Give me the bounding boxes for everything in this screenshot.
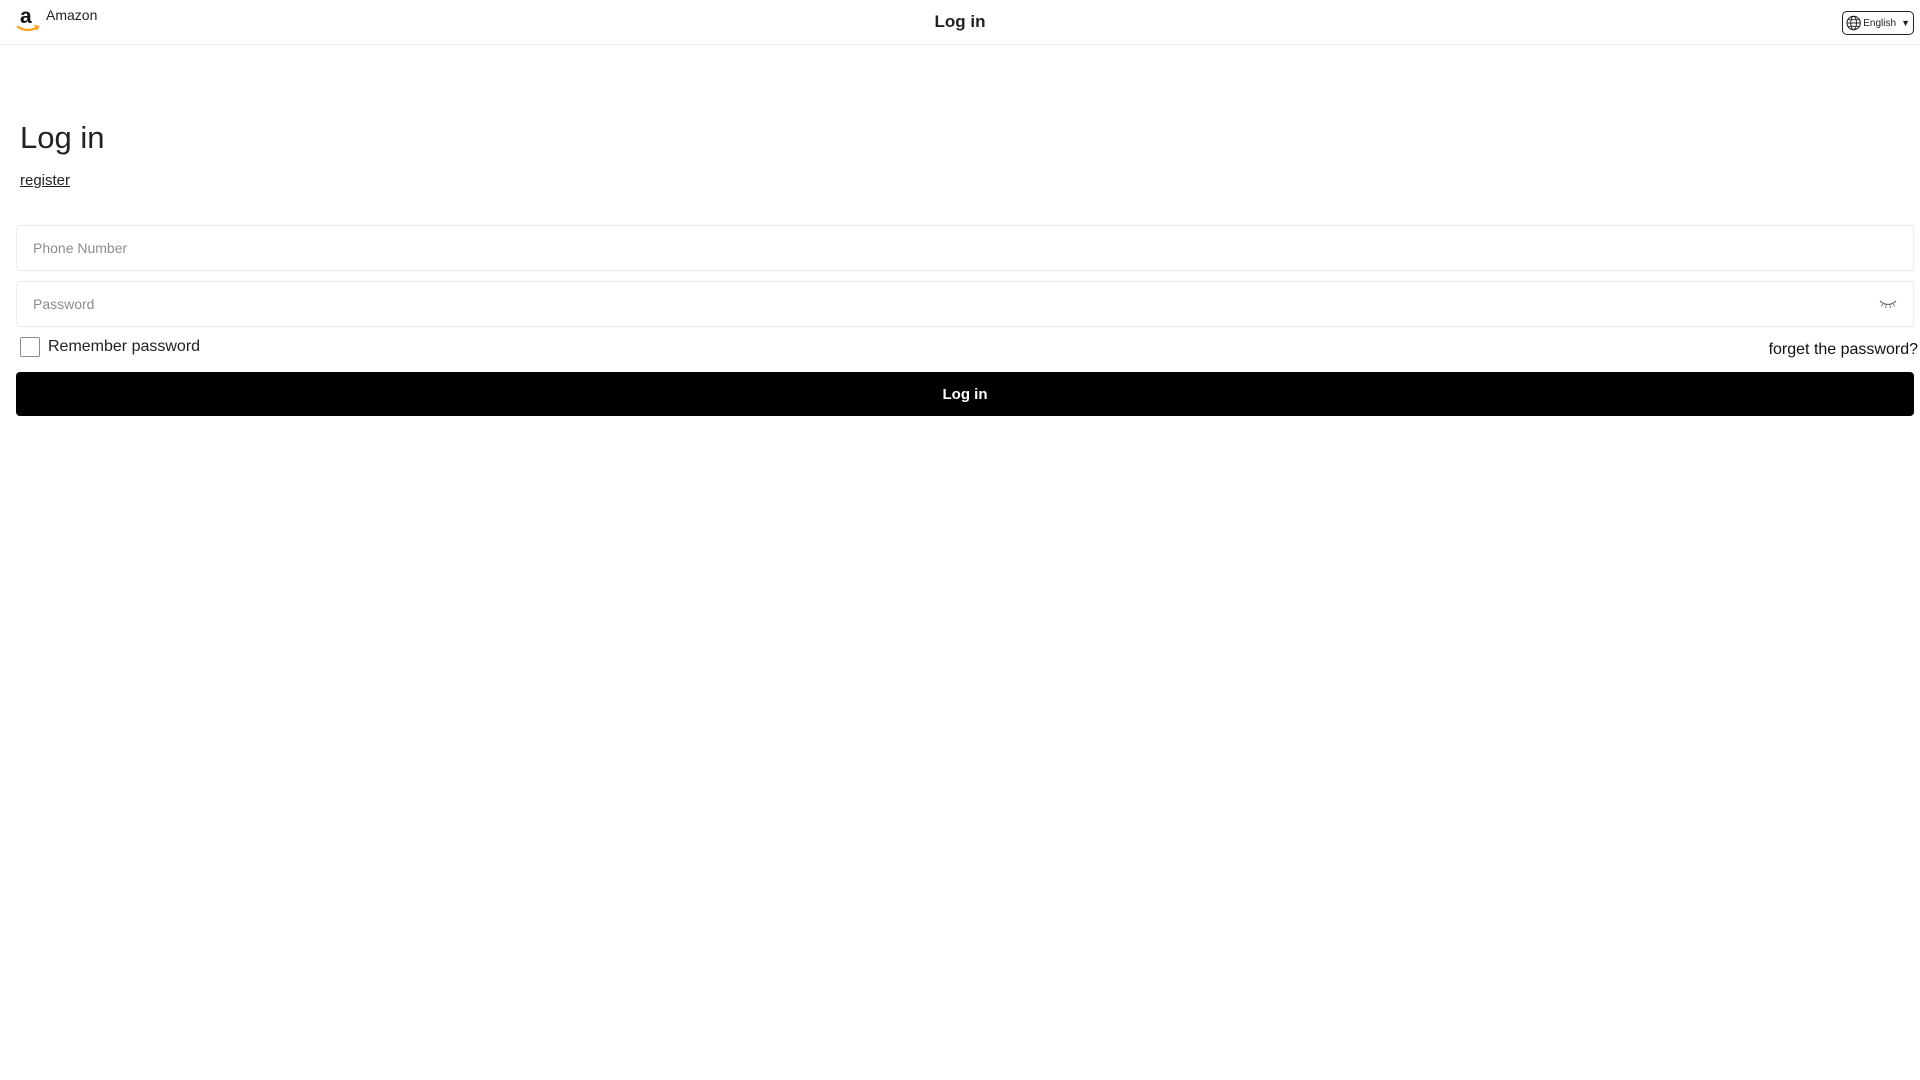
eye-closed-icon[interactable] — [1879, 299, 1897, 309]
language-selected-label: English — [1863, 17, 1897, 29]
page-title: Log in — [20, 120, 105, 155]
register-link[interactable]: register — [20, 172, 70, 189]
phone-number-input[interactable] — [33, 226, 1897, 270]
language-selector[interactable]: English ▼ — [1842, 11, 1914, 35]
login-button[interactable]: Log in — [16, 372, 1914, 416]
top-navigation-bar: a Amazon Log in English ▼ — [0, 0, 1920, 45]
remember-password-label: Remember password — [48, 338, 201, 355]
header-title: Log in — [934, 12, 986, 31]
forgot-password-link[interactable]: forget the password? — [1769, 341, 1918, 359]
remember-password-option[interactable]: Remember password — [20, 337, 200, 357]
phone-number-field — [16, 225, 1914, 271]
chevron-down-icon: ▼ — [1901, 18, 1910, 28]
globe-icon — [1846, 15, 1861, 31]
password-input[interactable] — [33, 282, 1879, 326]
password-field — [16, 281, 1914, 327]
remember-password-checkbox[interactable] — [20, 337, 40, 357]
